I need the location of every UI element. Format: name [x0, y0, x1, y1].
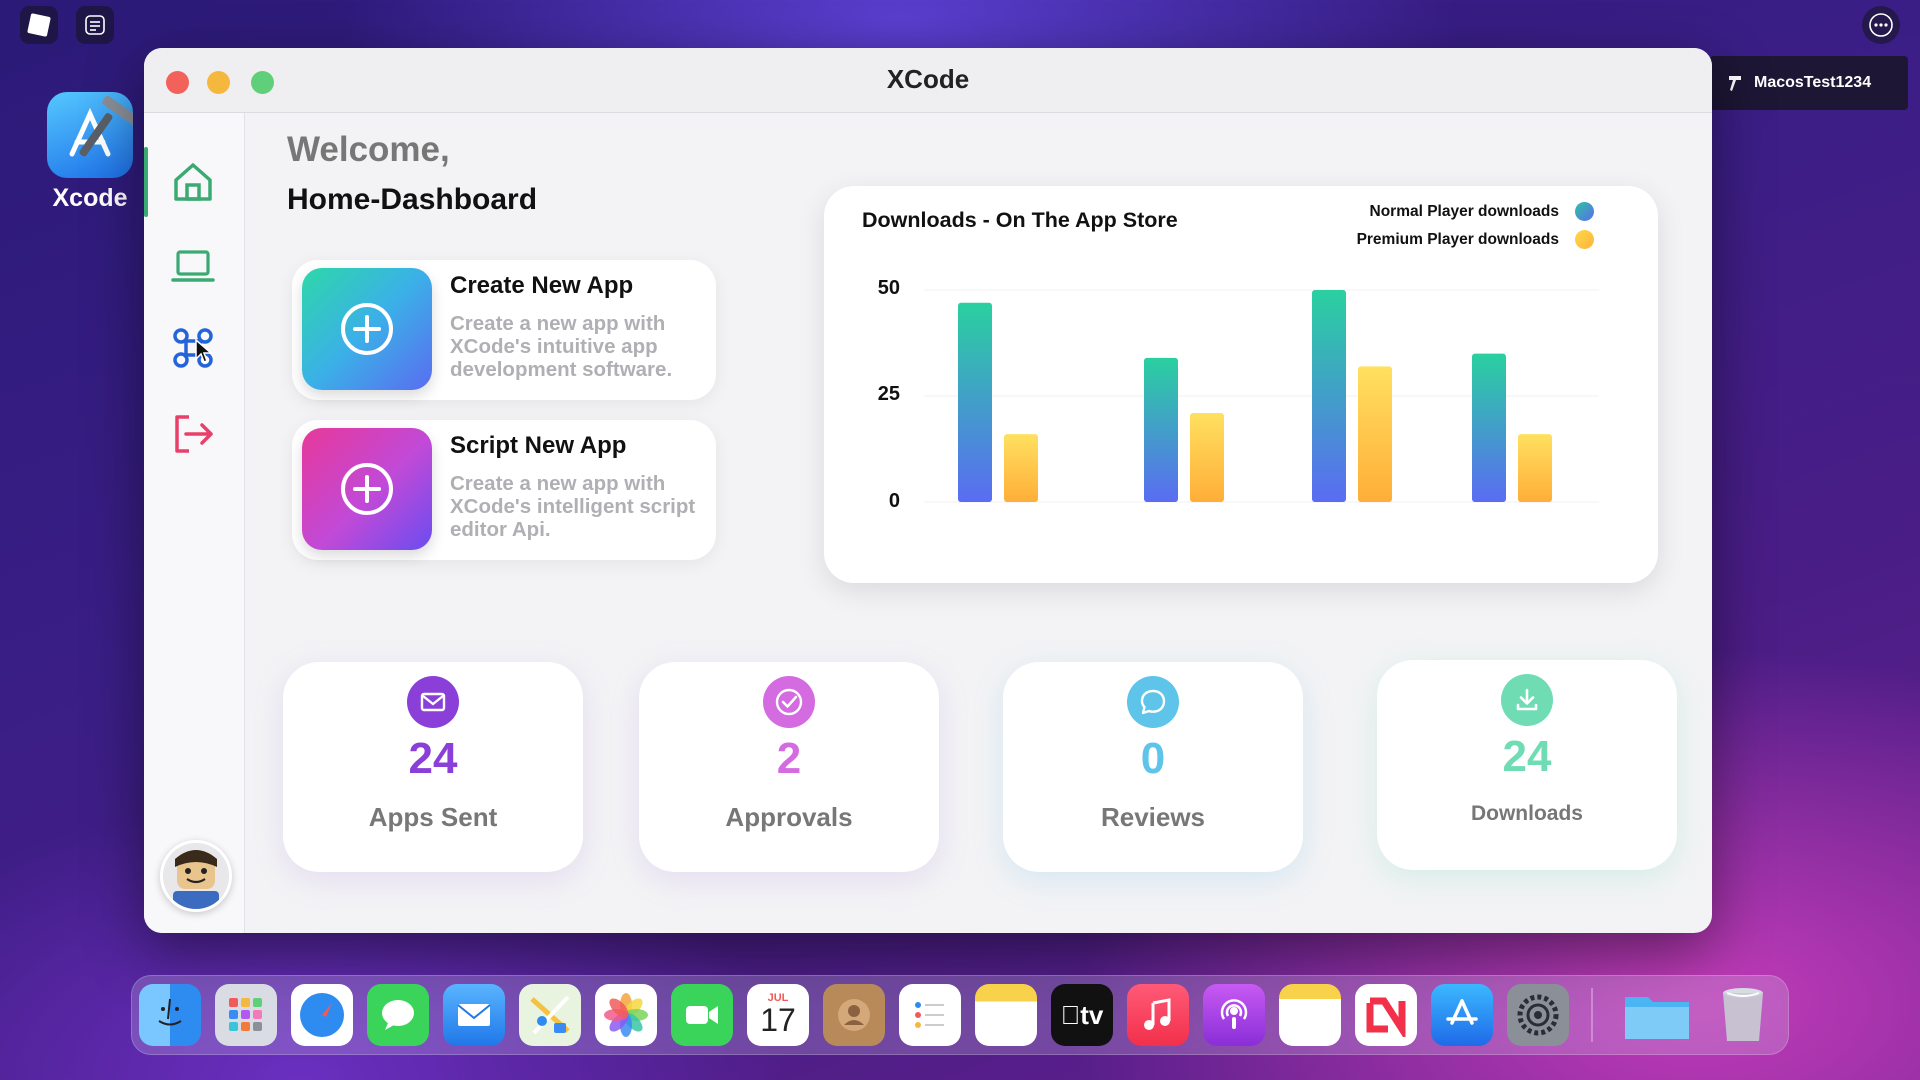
reminders-icon[interactable]: [899, 984, 961, 1046]
folder-icon[interactable]: [1622, 984, 1692, 1046]
home-icon[interactable]: [168, 157, 218, 207]
calendar-day: 17: [760, 1002, 796, 1038]
bar-normal-3: [1312, 290, 1346, 502]
news-icon[interactable]: [1355, 984, 1417, 1046]
title-bar: XCode: [144, 48, 1712, 113]
notes-yellow-icon[interactable]: [1279, 984, 1341, 1046]
page-title: Home-Dashboard: [287, 183, 538, 216]
mail-icon: [407, 676, 459, 728]
check-circle-icon: [763, 676, 815, 728]
logout-icon[interactable]: [168, 409, 218, 459]
avatar[interactable]: [160, 840, 232, 912]
tv-label: tv: [1070, 999, 1103, 1030]
bar-premium-1: [1004, 434, 1038, 502]
desktop-xcode-shortcut[interactable]: Xcode: [40, 92, 140, 213]
calendar-icon[interactable]: JUL 17: [747, 984, 809, 1046]
contacts-icon[interactable]: [823, 984, 885, 1046]
bar-normal-2: [1144, 357, 1178, 502]
stat-label: Apps Sent: [368, 802, 498, 832]
appletv-icon[interactable]: tv: [1051, 984, 1113, 1046]
add-circle-icon[interactable]: [302, 428, 432, 550]
stat-card-apps-sent[interactable]: 24 Apps Sent: [283, 662, 583, 872]
apple-logo-icon: : [1061, 1000, 1081, 1031]
script-new-app-card[interactable]: Script New App Create a new app with XCo…: [292, 420, 716, 560]
dock: JUL 17 tv: [131, 975, 1789, 1055]
bar-premium-4: [1518, 434, 1552, 502]
music-icon[interactable]: [1127, 984, 1189, 1046]
add-circle-icon[interactable]: [302, 268, 432, 390]
podcasts-icon[interactable]: [1203, 984, 1265, 1046]
action-title: Create New App: [450, 272, 634, 299]
laptop-icon[interactable]: [168, 241, 218, 291]
bar-chart: [924, 289, 1599, 503]
bar-premium-2: [1190, 412, 1224, 502]
finder-icon[interactable]: [139, 984, 201, 1046]
settings-icon[interactable]: [1507, 984, 1569, 1046]
notes-icon[interactable]: [975, 984, 1037, 1046]
create-new-app-card[interactable]: Create New App Create a new app with XCo…: [292, 260, 716, 400]
stat-label: Approvals: [725, 802, 853, 832]
mail-icon[interactable]: [443, 984, 505, 1046]
download-icon: [1501, 674, 1553, 726]
dock-separator: [1591, 988, 1593, 1042]
xcode-icon: [47, 92, 139, 178]
action-description: Create a new app with XCode's intelligen…: [450, 472, 696, 541]
stat-value: 24: [408, 734, 458, 783]
stat-value: 2: [776, 734, 802, 783]
launchpad-icon[interactable]: [215, 984, 277, 1046]
messages-icon[interactable]: [367, 984, 429, 1046]
roblox-icon[interactable]: [20, 6, 58, 44]
stat-label: Downloads: [1470, 802, 1583, 825]
stat-label: Reviews: [1100, 802, 1206, 832]
bar-normal-4: [1472, 353, 1506, 502]
bar-normal-1: [958, 302, 992, 502]
trash-icon[interactable]: [1712, 984, 1774, 1046]
window-title: XCode: [886, 64, 970, 94]
xcode-window: XCode Welcome, Home-Dashboard Create New…: [144, 48, 1712, 933]
stat-value: 0: [1140, 734, 1166, 783]
action-title: Script New App: [450, 432, 627, 459]
tool-icon: [1729, 76, 1741, 91]
mouse-cursor: [195, 338, 214, 363]
downloads-chart-card: Downloads - On The App Store Normal Play…: [824, 186, 1658, 583]
chat-menu-icon[interactable]: [76, 6, 114, 44]
chat-icon: [1127, 676, 1179, 728]
welcome-text: Welcome,: [287, 130, 450, 169]
sidebar: [144, 113, 245, 933]
safari-icon[interactable]: [291, 984, 353, 1046]
action-description: Create a new app with XCode's intuitive …: [450, 312, 673, 381]
stat-card-downloads[interactable]: 24 Downloads: [1377, 660, 1677, 870]
more-options-icon[interactable]: [1862, 6, 1900, 44]
maps-icon[interactable]: [519, 984, 581, 1046]
photos-icon[interactable]: [595, 984, 657, 1046]
appstore-icon[interactable]: [1431, 984, 1493, 1046]
active-indicator: [144, 147, 148, 217]
stat-card-reviews[interactable]: 0 Reviews: [1003, 662, 1303, 872]
stat-card-approvals[interactable]: 2 Approvals: [639, 662, 939, 872]
desktop-app-label: Xcode: [52, 184, 128, 212]
stat-value: 24: [1502, 732, 1552, 781]
user-account-pill[interactable]: MacosTest1234: [1710, 56, 1908, 110]
facetime-icon[interactable]: [671, 984, 733, 1046]
user-name: MacosTest1234: [1754, 74, 1872, 91]
bar-premium-3: [1358, 366, 1392, 502]
